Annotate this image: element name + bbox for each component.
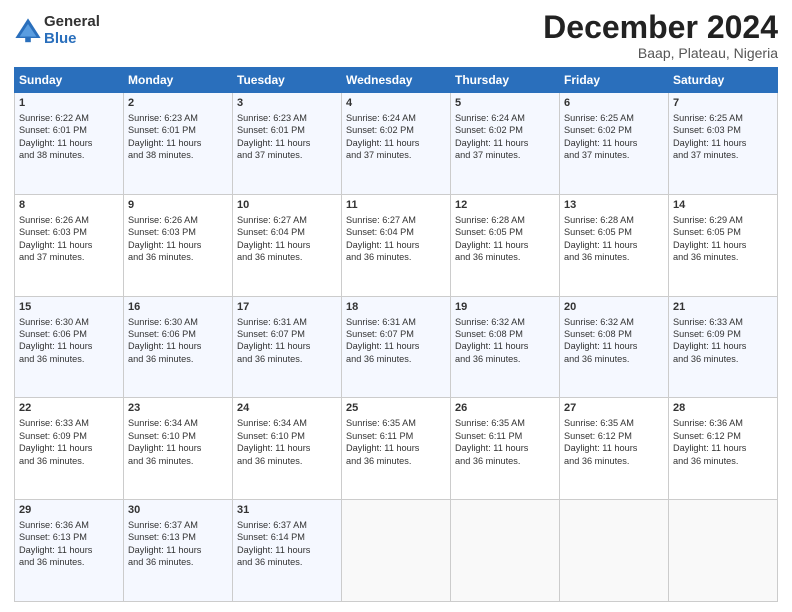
day-number: 11: [346, 198, 446, 213]
day-number: 18: [346, 300, 446, 315]
table-row: 1Sunrise: 6:22 AMSunset: 6:01 PMDaylight…: [15, 93, 124, 195]
col-friday: Friday: [560, 68, 669, 93]
logo-icon: [14, 17, 42, 45]
calendar-week-0: 1Sunrise: 6:22 AMSunset: 6:01 PMDaylight…: [15, 93, 778, 195]
table-row: 15Sunrise: 6:30 AMSunset: 6:06 PMDayligh…: [15, 296, 124, 398]
table-row: [560, 500, 669, 602]
table-row: 11Sunrise: 6:27 AMSunset: 6:04 PMDayligh…: [342, 194, 451, 296]
table-row: 22Sunrise: 6:33 AMSunset: 6:09 PMDayligh…: [15, 398, 124, 500]
table-row: 30Sunrise: 6:37 AMSunset: 6:13 PMDayligh…: [124, 500, 233, 602]
day-number: 15: [19, 300, 119, 315]
table-row: 7Sunrise: 6:25 AMSunset: 6:03 PMDaylight…: [669, 93, 778, 195]
day-number: 6: [564, 96, 664, 111]
table-row: 24Sunrise: 6:34 AMSunset: 6:10 PMDayligh…: [233, 398, 342, 500]
col-wednesday: Wednesday: [342, 68, 451, 93]
day-number: 14: [673, 198, 773, 213]
table-row: 10Sunrise: 6:27 AMSunset: 6:04 PMDayligh…: [233, 194, 342, 296]
calendar-week-3: 22Sunrise: 6:33 AMSunset: 6:09 PMDayligh…: [15, 398, 778, 500]
table-row: 28Sunrise: 6:36 AMSunset: 6:12 PMDayligh…: [669, 398, 778, 500]
calendar-week-4: 29Sunrise: 6:36 AMSunset: 6:13 PMDayligh…: [15, 500, 778, 602]
table-row: 6Sunrise: 6:25 AMSunset: 6:02 PMDaylight…: [560, 93, 669, 195]
day-number: 27: [564, 401, 664, 416]
col-sunday: Sunday: [15, 68, 124, 93]
day-number: 25: [346, 401, 446, 416]
day-number: 29: [19, 503, 119, 518]
table-row: 19Sunrise: 6:32 AMSunset: 6:08 PMDayligh…: [451, 296, 560, 398]
day-number: 30: [128, 503, 228, 518]
table-row: 5Sunrise: 6:24 AMSunset: 6:02 PMDaylight…: [451, 93, 560, 195]
table-row: 29Sunrise: 6:36 AMSunset: 6:13 PMDayligh…: [15, 500, 124, 602]
day-number: 13: [564, 198, 664, 213]
table-row: 3Sunrise: 6:23 AMSunset: 6:01 PMDaylight…: [233, 93, 342, 195]
col-monday: Monday: [124, 68, 233, 93]
col-saturday: Saturday: [669, 68, 778, 93]
main-title: December 2024: [543, 10, 778, 45]
day-number: 17: [237, 300, 337, 315]
table-row: 27Sunrise: 6:35 AMSunset: 6:12 PMDayligh…: [560, 398, 669, 500]
day-number: 21: [673, 300, 773, 315]
day-number: 1: [19, 96, 119, 111]
table-row: 25Sunrise: 6:35 AMSunset: 6:11 PMDayligh…: [342, 398, 451, 500]
day-number: 12: [455, 198, 555, 213]
day-number: 7: [673, 96, 773, 111]
day-number: 24: [237, 401, 337, 416]
day-number: 26: [455, 401, 555, 416]
day-number: 2: [128, 96, 228, 111]
calendar-table: Sunday Monday Tuesday Wednesday Thursday…: [14, 67, 778, 602]
day-number: 9: [128, 198, 228, 213]
day-number: 10: [237, 198, 337, 213]
col-tuesday: Tuesday: [233, 68, 342, 93]
day-number: 4: [346, 96, 446, 111]
table-row: 14Sunrise: 6:29 AMSunset: 6:05 PMDayligh…: [669, 194, 778, 296]
calendar-week-2: 15Sunrise: 6:30 AMSunset: 6:06 PMDayligh…: [15, 296, 778, 398]
header-row: Sunday Monday Tuesday Wednesday Thursday…: [15, 68, 778, 93]
table-row: 2Sunrise: 6:23 AMSunset: 6:01 PMDaylight…: [124, 93, 233, 195]
logo-blue: Blue: [44, 31, 100, 48]
table-row: 31Sunrise: 6:37 AMSunset: 6:14 PMDayligh…: [233, 500, 342, 602]
table-row: 20Sunrise: 6:32 AMSunset: 6:08 PMDayligh…: [560, 296, 669, 398]
day-number: 23: [128, 401, 228, 416]
table-row: 9Sunrise: 6:26 AMSunset: 6:03 PMDaylight…: [124, 194, 233, 296]
table-row: 16Sunrise: 6:30 AMSunset: 6:06 PMDayligh…: [124, 296, 233, 398]
day-number: 16: [128, 300, 228, 315]
logo: General Blue: [14, 14, 100, 47]
day-number: 3: [237, 96, 337, 111]
logo-text: General Blue: [44, 14, 100, 47]
table-row: 23Sunrise: 6:34 AMSunset: 6:10 PMDayligh…: [124, 398, 233, 500]
table-row: 17Sunrise: 6:31 AMSunset: 6:07 PMDayligh…: [233, 296, 342, 398]
calendar-week-1: 8Sunrise: 6:26 AMSunset: 6:03 PMDaylight…: [15, 194, 778, 296]
table-row: [669, 500, 778, 602]
title-block: December 2024 Baap, Plateau, Nigeria: [543, 10, 778, 61]
table-row: 13Sunrise: 6:28 AMSunset: 6:05 PMDayligh…: [560, 194, 669, 296]
day-number: 28: [673, 401, 773, 416]
day-number: 31: [237, 503, 337, 518]
col-thursday: Thursday: [451, 68, 560, 93]
table-row: 21Sunrise: 6:33 AMSunset: 6:09 PMDayligh…: [669, 296, 778, 398]
table-row: 18Sunrise: 6:31 AMSunset: 6:07 PMDayligh…: [342, 296, 451, 398]
day-number: 8: [19, 198, 119, 213]
table-row: 12Sunrise: 6:28 AMSunset: 6:05 PMDayligh…: [451, 194, 560, 296]
table-row: [342, 500, 451, 602]
page: General Blue December 2024 Baap, Plateau…: [0, 0, 792, 612]
day-number: 19: [455, 300, 555, 315]
day-number: 20: [564, 300, 664, 315]
table-row: 26Sunrise: 6:35 AMSunset: 6:11 PMDayligh…: [451, 398, 560, 500]
table-row: 4Sunrise: 6:24 AMSunset: 6:02 PMDaylight…: [342, 93, 451, 195]
day-number: 5: [455, 96, 555, 111]
logo-general: General: [44, 14, 100, 31]
header: General Blue December 2024 Baap, Plateau…: [14, 10, 778, 61]
day-number: 22: [19, 401, 119, 416]
table-row: 8Sunrise: 6:26 AMSunset: 6:03 PMDaylight…: [15, 194, 124, 296]
table-row: [451, 500, 560, 602]
subtitle: Baap, Plateau, Nigeria: [543, 45, 778, 61]
